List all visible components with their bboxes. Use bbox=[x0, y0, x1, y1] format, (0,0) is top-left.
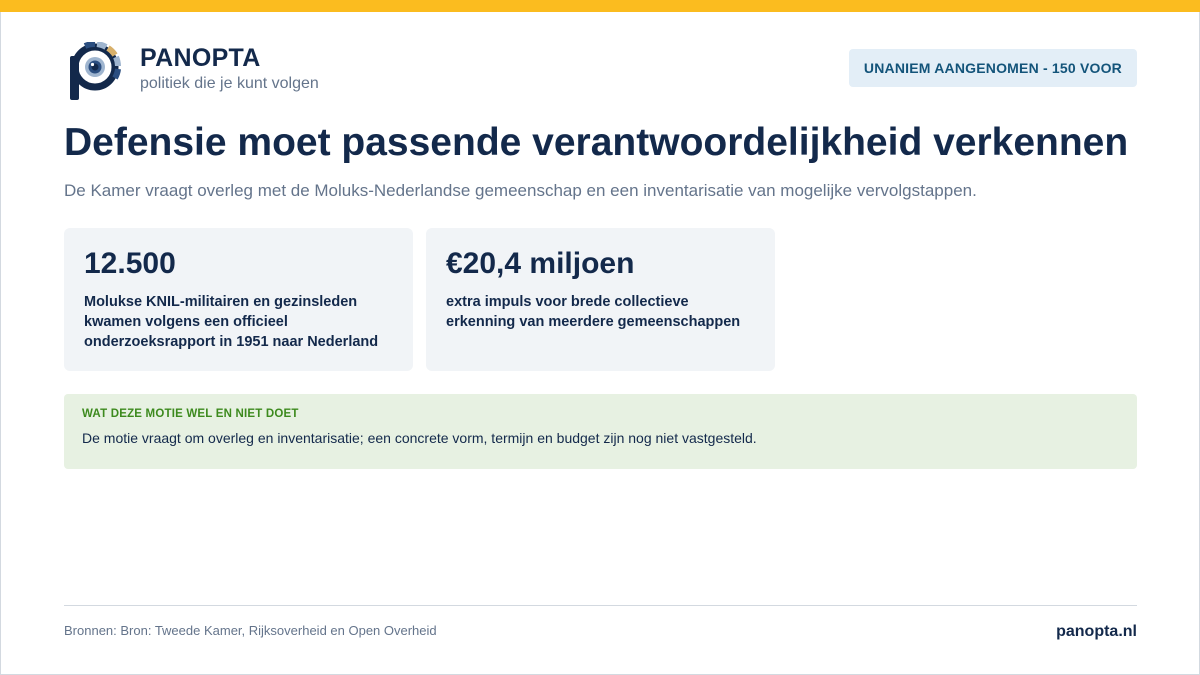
sources-text: Bronnen: Bron: Tweede Kamer, Rijksoverhe… bbox=[64, 623, 437, 638]
stat-description: extra impuls voor brede collectieve erke… bbox=[446, 294, 741, 330]
footer-divider bbox=[64, 605, 1137, 606]
page-subtitle: De Kamer vraagt overleg met de Moluks-Ne… bbox=[64, 181, 977, 200]
panopta-logo-icon bbox=[68, 41, 122, 100]
brand-name: PANOPTA bbox=[140, 44, 261, 72]
stat-value: €20,4 miljoen bbox=[446, 247, 635, 280]
brand-tagline: politiek die je kunt volgen bbox=[140, 75, 319, 92]
stat-card: 12.500 Molukse KNIL-militairen en gezins… bbox=[64, 228, 413, 371]
page-title: Defensie moet passende verantwoordelijkh… bbox=[64, 121, 1129, 164]
site-link[interactable]: panopta.nl bbox=[1056, 623, 1137, 641]
stat-card: €20,4 miljoen extra impuls voor brede co… bbox=[426, 228, 775, 371]
accent-top-bar bbox=[0, 0, 1200, 12]
note-label: WAT DEZE MOTIE WEL EN NIET DOET bbox=[82, 408, 299, 420]
status-badge: UNANIEM AANGENOMEN - 150 VOOR bbox=[848, 49, 1137, 87]
stat-description: Molukse KNIL-militairen en gezinsleden k… bbox=[84, 294, 379, 350]
motion-note-box: WAT DEZE MOTIE WEL EN NIET DOET De motie… bbox=[64, 394, 1137, 469]
stat-value: 12.500 bbox=[84, 247, 176, 280]
note-text: De motie vraagt om overleg en inventaris… bbox=[82, 430, 757, 446]
